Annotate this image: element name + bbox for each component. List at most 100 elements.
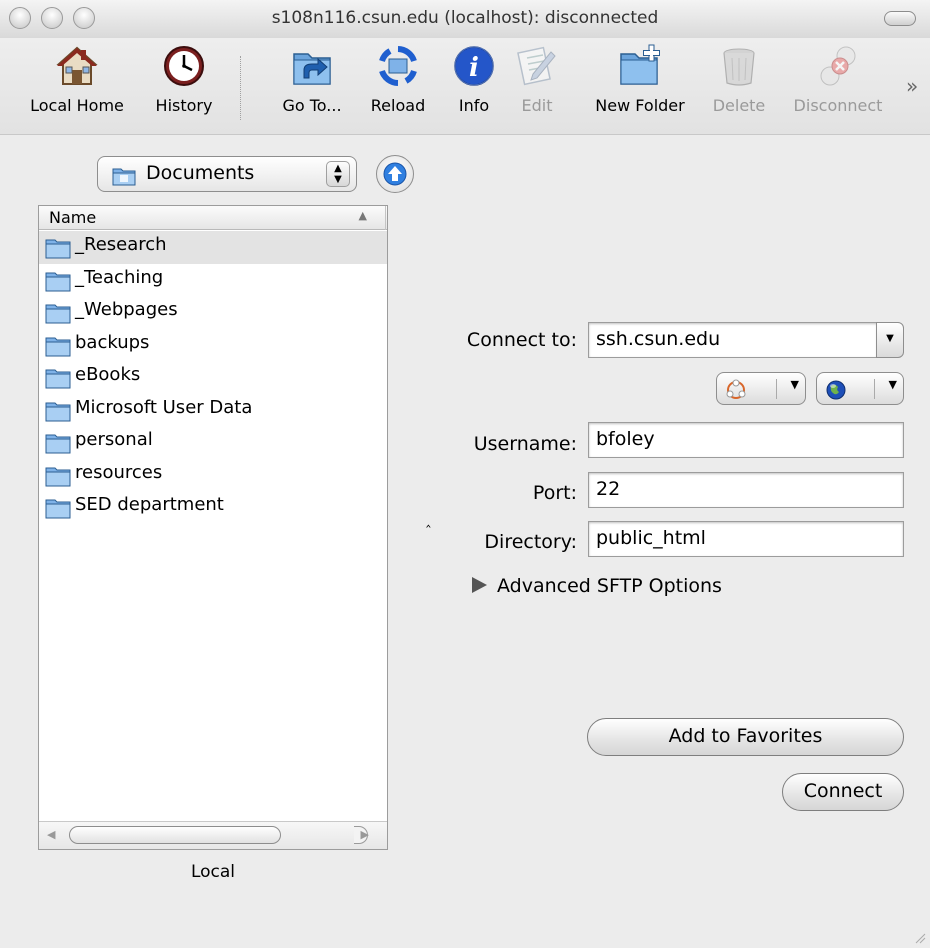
- file-rows: _Research _Teaching _Webpagesbackups eBooks…: [39, 231, 387, 524]
- pane-splitter[interactable]: ‸: [426, 512, 431, 528]
- connect-button[interactable]: Connect: [782, 773, 904, 811]
- username-label: Username:: [473, 433, 577, 455]
- connect-to-combobox[interactable]: ssh.csun.edu: [588, 322, 878, 358]
- new-folder-button[interactable]: New Folder: [584, 44, 696, 115]
- connect-to-label: Connect to:: [466, 329, 577, 351]
- folder-icon: [45, 497, 71, 524]
- bonjour-popup[interactable]: ▼: [816, 372, 904, 405]
- name-column-header[interactable]: Name ▲: [39, 206, 387, 230]
- up-arrow-icon: [383, 162, 407, 186]
- chevron-down-icon: ▼: [888, 378, 897, 391]
- username-field[interactable]: bfoley: [588, 422, 904, 458]
- port-field[interactable]: 22: [588, 472, 904, 508]
- history-button[interactable]: History: [140, 44, 228, 115]
- local-file-list[interactable]: Name ▲ _Research _Teaching _Webpagesbackup…: [38, 205, 388, 850]
- directory-field[interactable]: public_html: [588, 521, 904, 557]
- local-home-button[interactable]: Local Home: [22, 44, 132, 115]
- edit-icon: [515, 44, 559, 88]
- file-row[interactable]: personal: [39, 426, 387, 459]
- file-row[interactable]: _Teaching: [39, 264, 387, 297]
- popup-arrows-icon: ▲ ▼: [326, 161, 350, 187]
- edit-button[interactable]: Edit: [512, 44, 562, 115]
- toolbar-label: Edit: [521, 96, 553, 115]
- toolbar-label: Local Home: [30, 96, 124, 115]
- file-name: _Teaching: [75, 266, 164, 288]
- toolbar-toggle-button[interactable]: [884, 11, 916, 26]
- directory-label: Directory:: [484, 531, 577, 553]
- file-name: SED department: [75, 494, 224, 515]
- file-row[interactable]: eBooks: [39, 361, 387, 394]
- toolbar-label: New Folder: [595, 96, 685, 115]
- parent-folder-button[interactable]: [376, 155, 414, 193]
- delete-button[interactable]: Delete: [706, 44, 772, 115]
- folder-icon: [45, 367, 71, 394]
- folder-icon: [45, 432, 71, 459]
- title-bar: s108n116.csun.edu (localhost): disconnec…: [0, 0, 930, 39]
- location-popup-label: Documents: [146, 162, 255, 184]
- add-to-favorites-button[interactable]: Add to Favorites: [587, 718, 904, 756]
- local-pane-label: Local: [190, 862, 236, 882]
- file-row[interactable]: backups: [39, 329, 387, 362]
- location-popup[interactable]: Documents ▲ ▼: [97, 156, 357, 192]
- connect-to-dropdown-button[interactable]: ▼: [876, 322, 904, 358]
- disconnect-button[interactable]: Disconnect: [782, 44, 894, 115]
- scroll-left-icon[interactable]: ◀: [47, 828, 55, 841]
- reload-button[interactable]: Reload: [362, 44, 434, 115]
- horizontal-scrollbar[interactable]: ◀ ▶: [39, 821, 387, 849]
- file-row[interactable]: resources: [39, 459, 387, 492]
- goto-folder-icon: [290, 44, 334, 88]
- popup-divider: [776, 379, 777, 399]
- folder-icon: [45, 400, 71, 427]
- file-name: _Research: [75, 234, 167, 255]
- toolbar-label: Disconnect: [793, 96, 883, 115]
- reload-icon: [376, 44, 420, 88]
- advanced-options-disclosure[interactable]: Advanced SFTP Options: [472, 575, 722, 597]
- file-name: eBooks: [75, 364, 141, 385]
- sftp-protocol-icon: [725, 379, 747, 405]
- column-header-label: Name: [49, 208, 97, 227]
- file-name: Microsoft User Data: [75, 396, 253, 418]
- toolbar-separator: [240, 56, 241, 120]
- file-row[interactable]: _Webpages: [39, 296, 387, 329]
- house-icon: [55, 44, 99, 88]
- globe-icon: [825, 379, 847, 405]
- toolbar-label: History: [155, 96, 213, 115]
- chevron-down-icon: ▼: [790, 378, 799, 391]
- scrollbar-thumb[interactable]: [69, 826, 281, 844]
- toolbar-label: Reload: [370, 96, 426, 115]
- info-button[interactable]: i Info: [446, 44, 502, 115]
- folder-icon: [45, 270, 71, 297]
- file-name: resources: [75, 461, 163, 483]
- clock-icon: [162, 44, 206, 88]
- resize-grip-icon[interactable]: [914, 932, 926, 944]
- folder-icon: [45, 465, 71, 492]
- folder-icon: [45, 302, 71, 329]
- popup-divider: [874, 379, 875, 399]
- file-name: backups: [75, 331, 150, 353]
- trash-icon: [717, 44, 761, 88]
- sort-ascending-icon: ▲: [358, 209, 367, 222]
- folder-icon: [112, 166, 136, 190]
- port-label: Port:: [532, 482, 577, 504]
- file-name: personal: [75, 429, 153, 450]
- window-title: s108n116.csun.edu (localhost): disconnec…: [271, 8, 659, 28]
- advanced-options-label: Advanced SFTP Options: [497, 575, 722, 597]
- scroll-right-icon[interactable]: ▶: [361, 828, 369, 841]
- toolbar-overflow-button[interactable]: »: [906, 74, 918, 98]
- toolbar-label: Info: [458, 96, 490, 115]
- toolbar-label: Go To...: [282, 96, 342, 115]
- file-row[interactable]: Microsoft User Data: [39, 394, 387, 427]
- toolbar: Local Home History Go To... Reload i Inf…: [0, 38, 930, 135]
- column-divider: [385, 206, 386, 230]
- file-row[interactable]: SED department: [39, 491, 387, 524]
- toolbar-label: Delete: [712, 96, 766, 115]
- file-name: _Webpages: [75, 299, 178, 320]
- svg-text:i: i: [469, 53, 479, 83]
- file-row[interactable]: _Research: [39, 231, 387, 264]
- disconnect-icon: [816, 44, 860, 88]
- disclosure-triangle-icon: [472, 577, 487, 593]
- folder-icon: [45, 237, 71, 264]
- protocol-popup[interactable]: ▼: [716, 372, 806, 405]
- go-to-button[interactable]: Go To...: [270, 44, 354, 115]
- folder-icon: [45, 335, 71, 362]
